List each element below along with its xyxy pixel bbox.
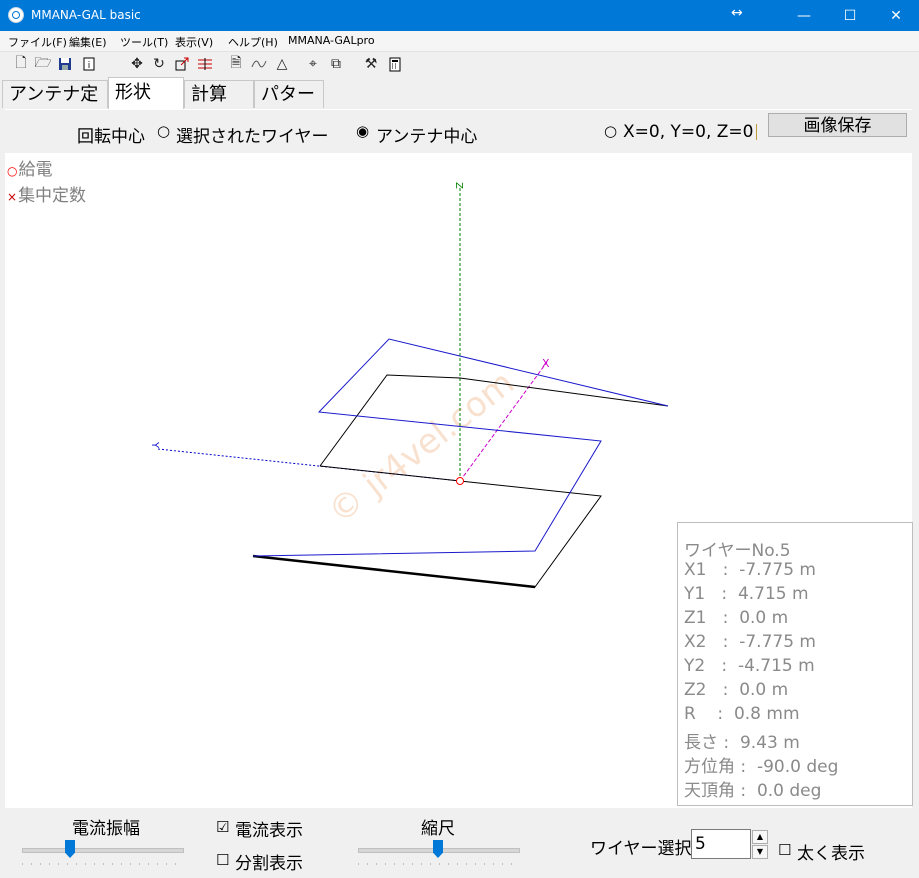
split-display-label[interactable]: 分割表示 xyxy=(235,849,303,874)
split-display-checkbox[interactable]: ☐ xyxy=(216,851,229,869)
current-amplitude-label: 電流振幅 xyxy=(72,819,140,839)
wire-info-length: 長さ : 9.43 m xyxy=(684,733,800,753)
scale-ticks xyxy=(358,863,520,865)
wire-select-label: ワイヤー選択 xyxy=(590,839,692,859)
wire-info-x2: X2 : -7.775 m xyxy=(684,632,816,652)
wire-info-y2: Y2 : -4.715 m xyxy=(684,656,815,676)
wire-upper-element xyxy=(252,338,669,557)
wire-info-z2: Z2 : 0.0 m xyxy=(684,680,789,700)
show-current-checkbox[interactable]: ☑ xyxy=(216,818,229,836)
bold-display-checkbox[interactable]: ☐ xyxy=(778,841,791,859)
bold-display-label[interactable]: 太く表示 xyxy=(797,839,865,864)
wire-select-up-button[interactable]: ▲ xyxy=(752,830,768,844)
wire-info-z1: Z1 : 0.0 m xyxy=(684,608,789,628)
scale-label: 縮尺 xyxy=(421,819,455,839)
wire-info-y1: Y1 : 4.715 m xyxy=(684,584,809,604)
feed-point-marker[interactable] xyxy=(456,477,464,485)
wire-select-down-button[interactable]: ▼ xyxy=(752,845,768,859)
wire-info-zenith: 天頂角 : 0.0 deg xyxy=(684,781,822,801)
wire-info-x1: X1 : -7.775 m xyxy=(684,560,816,580)
y-axis-label: Y xyxy=(149,441,160,449)
wire-info-number: ワイヤーNo.5 xyxy=(684,541,791,561)
wire-info-azimuth: 方位角 : -90.0 deg xyxy=(684,757,839,777)
current-amplitude-ticks xyxy=(22,863,184,865)
wire-select-input[interactable]: 5 xyxy=(691,829,751,859)
x-axis-label: X xyxy=(542,357,550,370)
current-amplitude-slider[interactable] xyxy=(22,848,184,853)
wire-5-selected[interactable] xyxy=(252,554,536,589)
show-current-label[interactable]: 電流表示 xyxy=(235,816,303,841)
z-axis-label: Z xyxy=(453,182,464,189)
watermark: © jr4vel.com xyxy=(321,363,522,532)
wire-info-radius: R : 0.8 mm xyxy=(684,704,800,724)
wire-base-loop xyxy=(252,465,602,588)
